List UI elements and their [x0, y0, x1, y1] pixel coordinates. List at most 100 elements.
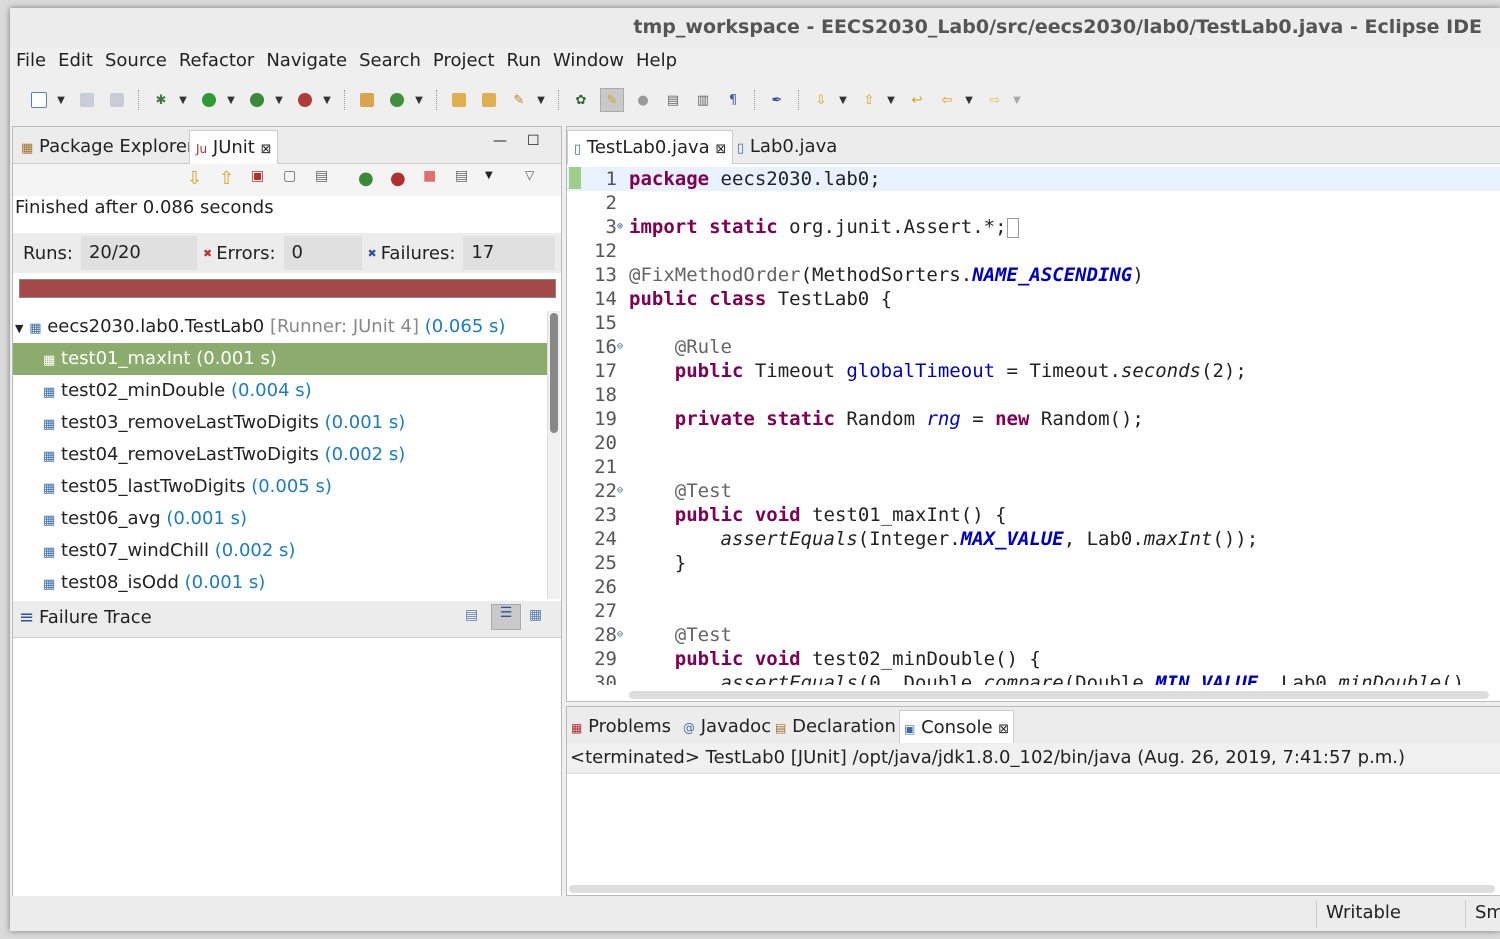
coverage-dropdown-icon[interactable]: ▼ [272, 89, 286, 111]
minimize-icon[interactable]: — [493, 133, 507, 149]
tree-row-test[interactable]: ▦ test03_removeLastTwoDigits (0.001 s) [13, 407, 547, 439]
open-type-icon[interactable] [448, 89, 470, 111]
run-icon[interactable] [198, 89, 220, 111]
tab-console[interactable]: ▣ Console ⊠ [899, 710, 1015, 744]
rerun-failed-first-icon[interactable]: ● [390, 168, 406, 189]
toggle-block-selection-icon[interactable]: ▤ [662, 89, 684, 111]
show-failures-only-icon[interactable]: ▣ [251, 168, 264, 184]
tree-row-test[interactable]: ▦ test04_removeLastTwoDigits (0.002 s) [13, 439, 547, 471]
pin-editor-icon[interactable]: ✒ [766, 89, 788, 111]
code-area[interactable]: 1 package eecs2030.lab0; 2 3⊕ import stat… [567, 167, 1500, 685]
menu-refactor[interactable]: Refactor [173, 48, 261, 76]
compare-result-icon[interactable]: ▤ [465, 607, 478, 623]
toggle-ant-editor-icon[interactable]: ✿ [570, 89, 592, 111]
test-pass-icon: ▦ [43, 353, 56, 368]
test-tree[interactable]: ▼ ▦ eecs2030.lab0.TestLab0 [Runner: JUni… [13, 311, 547, 599]
stop-icon[interactable]: ■ [423, 168, 436, 184]
scroll-lock-icon[interactable]: ▢ [283, 168, 296, 184]
editor-horizontal-scrollbar[interactable] [629, 691, 1489, 699]
tree-row-test[interactable]: ▦ test05_lastTwoDigits (0.005 s) [13, 471, 547, 503]
show-skipped-icon[interactable]: ▤ [315, 168, 328, 184]
forward-icon[interactable]: ⇨ [984, 89, 1006, 111]
maximize-icon[interactable]: ☐ [527, 133, 540, 149]
show-whitespace-icon[interactable]: ▥ [692, 89, 714, 111]
package-explorer-icon: ▦ [21, 141, 34, 156]
toolbar-separator [798, 90, 800, 110]
fold-collapse-icon[interactable]: ⊖ [617, 335, 629, 359]
back-icon[interactable]: ⇦ [936, 89, 958, 111]
previous-failure-icon[interactable]: ⇧ [219, 168, 234, 189]
tree-row-test[interactable]: ▦ test06_avg (0.001 s) [13, 503, 547, 535]
test-run-history-icon[interactable]: ▤ [455, 168, 468, 184]
tab-label: Package Explorer [39, 136, 195, 157]
run-dropdown-icon[interactable]: ▼ [224, 89, 238, 111]
open-task-icon[interactable] [478, 89, 500, 111]
back-dropdown-icon[interactable]: ▼ [962, 89, 976, 111]
tree-row-test[interactable]: ▦ test07_windChill (0.002 s) [13, 535, 547, 567]
tab-junit[interactable]: Ju JUnit ⊠ [189, 130, 279, 164]
previous-annotation-icon[interactable]: ⇧ [858, 89, 880, 111]
menu-source[interactable]: Source [99, 48, 173, 76]
new-class-dropdown-icon[interactable]: ▼ [412, 89, 426, 111]
console-horizontal-scrollbar[interactable] [569, 885, 1495, 893]
menu-navigate[interactable]: Navigate [260, 48, 353, 76]
external-tools-icon[interactable] [294, 89, 316, 111]
menu-search[interactable]: Search [353, 48, 427, 76]
coverage-icon[interactable] [246, 89, 268, 111]
previous-annotation-dropdown-icon[interactable]: ▼ [884, 89, 898, 111]
title-bar: tmp_workspace - EECS2030_Lab0/src/eecs20… [10, 8, 1500, 48]
fold-collapse-icon[interactable]: ⊖ [617, 479, 629, 503]
new-icon[interactable] [28, 89, 50, 111]
tree-row-test[interactable]: ▦ test01_maxInt (0.001 s) [13, 343, 547, 375]
tab-testlab0-java[interactable]: ▯ TestLab0.java ⊠ [567, 130, 734, 164]
tree-row-test[interactable]: ▦ test08_isOdd (0.001 s) [13, 567, 547, 599]
tree-row-test[interactable]: ▦ test02_minDouble (0.004 s) [13, 375, 547, 407]
external-tools-dropdown-icon[interactable]: ▼ [320, 89, 334, 111]
tab-problems[interactable]: ▦ Problems [567, 710, 675, 743]
close-icon[interactable]: ⊠ [998, 722, 1009, 737]
menu-edit[interactable]: Edit [52, 48, 99, 76]
toggle-word-wrap-icon[interactable]: ● [632, 89, 654, 111]
menu-help[interactable]: Help [630, 48, 683, 76]
save-icon[interactable] [76, 89, 98, 111]
tree-scrollbar[interactable] [547, 311, 560, 599]
filter-stack-trace-icon[interactable]: ☰ [491, 604, 521, 630]
copy-trace-icon[interactable]: ▦ [529, 607, 542, 623]
tree-root-suite[interactable]: ▼ ▦ eecs2030.lab0.TestLab0 [Runner: JUni… [13, 311, 547, 343]
last-edit-location-icon[interactable]: ↩ [906, 89, 928, 111]
search-dropdown-icon[interactable]: ▼ [534, 89, 548, 111]
tab-javadoc[interactable]: @ Javadoc [679, 710, 775, 743]
new-dropdown-icon[interactable]: ▼ [54, 89, 68, 111]
menu-file[interactable]: File [10, 48, 52, 76]
history-dropdown-icon[interactable]: ▼ [485, 170, 493, 181]
next-annotation-dropdown-icon[interactable]: ▼ [836, 89, 850, 111]
close-icon[interactable]: ⊠ [261, 142, 272, 157]
menu-project[interactable]: Project [427, 48, 501, 76]
search-icon[interactable]: ✎ [508, 89, 530, 111]
view-menu-icon[interactable]: ▽ [525, 168, 534, 182]
debug-dropdown-icon[interactable]: ▼ [176, 89, 190, 111]
line-number: 15 [594, 312, 617, 334]
rerun-test-icon[interactable]: ● [358, 168, 374, 189]
save-all-icon[interactable] [106, 89, 128, 111]
fold-collapse-icon[interactable]: ⊖ [617, 623, 629, 647]
next-failure-icon[interactable]: ⇩ [187, 168, 202, 189]
failure-trace-label: Failure Trace [39, 607, 152, 628]
next-annotation-icon[interactable]: ⇩ [810, 89, 832, 111]
menu-window[interactable]: Window [547, 48, 630, 76]
tab-declaration[interactable]: ▤ Declaration [771, 710, 900, 743]
debug-icon[interactable]: ✱ [150, 89, 172, 111]
folded-region-icon[interactable] [1006, 217, 1019, 238]
scrollbar-thumb[interactable] [550, 313, 558, 433]
new-java-class-icon[interactable] [386, 89, 408, 111]
forward-dropdown-icon[interactable]: ▼ [1010, 89, 1024, 111]
tab-lab0-java[interactable]: ▯ Lab0.java [731, 130, 843, 163]
close-icon[interactable]: ⊠ [715, 142, 726, 157]
tab-package-explorer[interactable]: ▦ Package Explorer [15, 130, 200, 163]
fold-expand-icon[interactable]: ⊕ [617, 215, 629, 239]
menu-run[interactable]: Run [501, 48, 548, 76]
toggle-mark-occurrences-icon[interactable]: ✎ [600, 88, 624, 112]
paragraph-icon[interactable]: ¶ [722, 89, 744, 111]
collapse-arrow-icon[interactable]: ▼ [15, 322, 23, 335]
new-java-package-icon[interactable] [356, 89, 378, 111]
